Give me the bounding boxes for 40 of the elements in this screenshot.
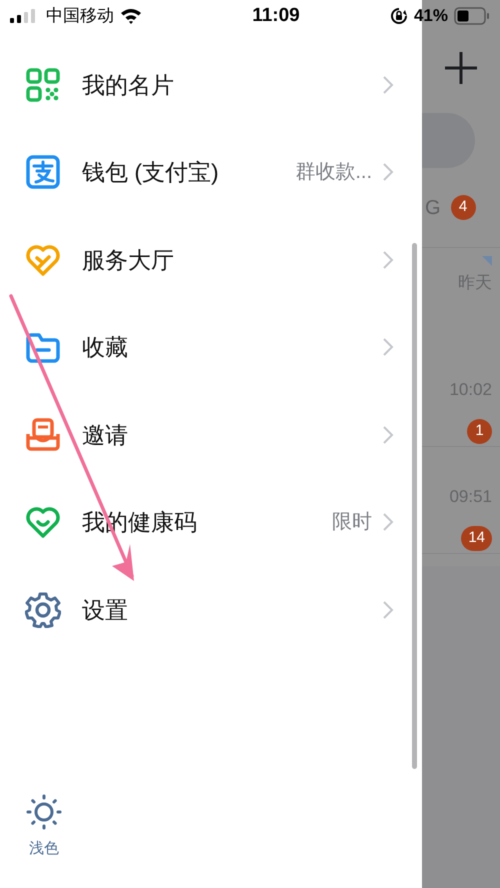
chevron-right-icon (382, 337, 394, 358)
menu-label: 收藏 (82, 333, 128, 362)
menu-label: 钱包 (支付宝) (82, 158, 219, 187)
menu-item[interactable]: 邀请 (0, 391, 422, 478)
menu-item[interactable]: 钱包 (支付宝) 群收款... (0, 128, 422, 216)
rotation-lock-icon (390, 7, 408, 25)
theme-label[interactable]: 浅色 (29, 838, 59, 860)
payment-icon (25, 154, 61, 190)
menu-item[interactable]: 收藏 (0, 304, 422, 391)
unread-badge: 1 (467, 418, 492, 444)
menu-item[interactable]: 我的名片 (0, 41, 422, 128)
clock: 11:09 (252, 4, 300, 28)
qr-code-icon (25, 66, 61, 103)
chevron-right-icon (382, 250, 394, 270)
corner-mark-icon (482, 256, 492, 266)
sun-icon[interactable] (26, 794, 62, 830)
smiling-heart-icon (25, 504, 61, 540)
menu-item[interactable]: 设置 (0, 566, 422, 654)
chevron-right-icon (382, 600, 394, 620)
menu-detail: 限时 (332, 510, 372, 536)
settings-icon (25, 592, 61, 628)
chevron-right-icon (382, 424, 394, 445)
unread-badge: 4 (450, 195, 476, 220)
menu-label: 设置 (82, 596, 128, 624)
menu-label: 我的名片 (82, 70, 174, 100)
signal-icon (10, 9, 36, 23)
inbox-icon (25, 416, 61, 453)
chevron-right-icon (382, 512, 394, 532)
chevron-right-icon (382, 74, 394, 95)
carrier-name: 中国移动 (46, 5, 114, 28)
menu-label: 服务大厅 (82, 246, 174, 274)
menu-item[interactable]: 服务大厅 (0, 216, 422, 304)
plus-icon[interactable] (443, 50, 479, 86)
menu-label: 邀请 (82, 420, 128, 450)
menu-detail: 群收款... (295, 160, 372, 186)
wifi-icon (120, 8, 142, 24)
unread-badge: 14 (461, 526, 492, 550)
battery-icon (454, 7, 490, 25)
scrollbar[interactable] (412, 243, 417, 769)
chevron-right-icon (382, 162, 394, 182)
